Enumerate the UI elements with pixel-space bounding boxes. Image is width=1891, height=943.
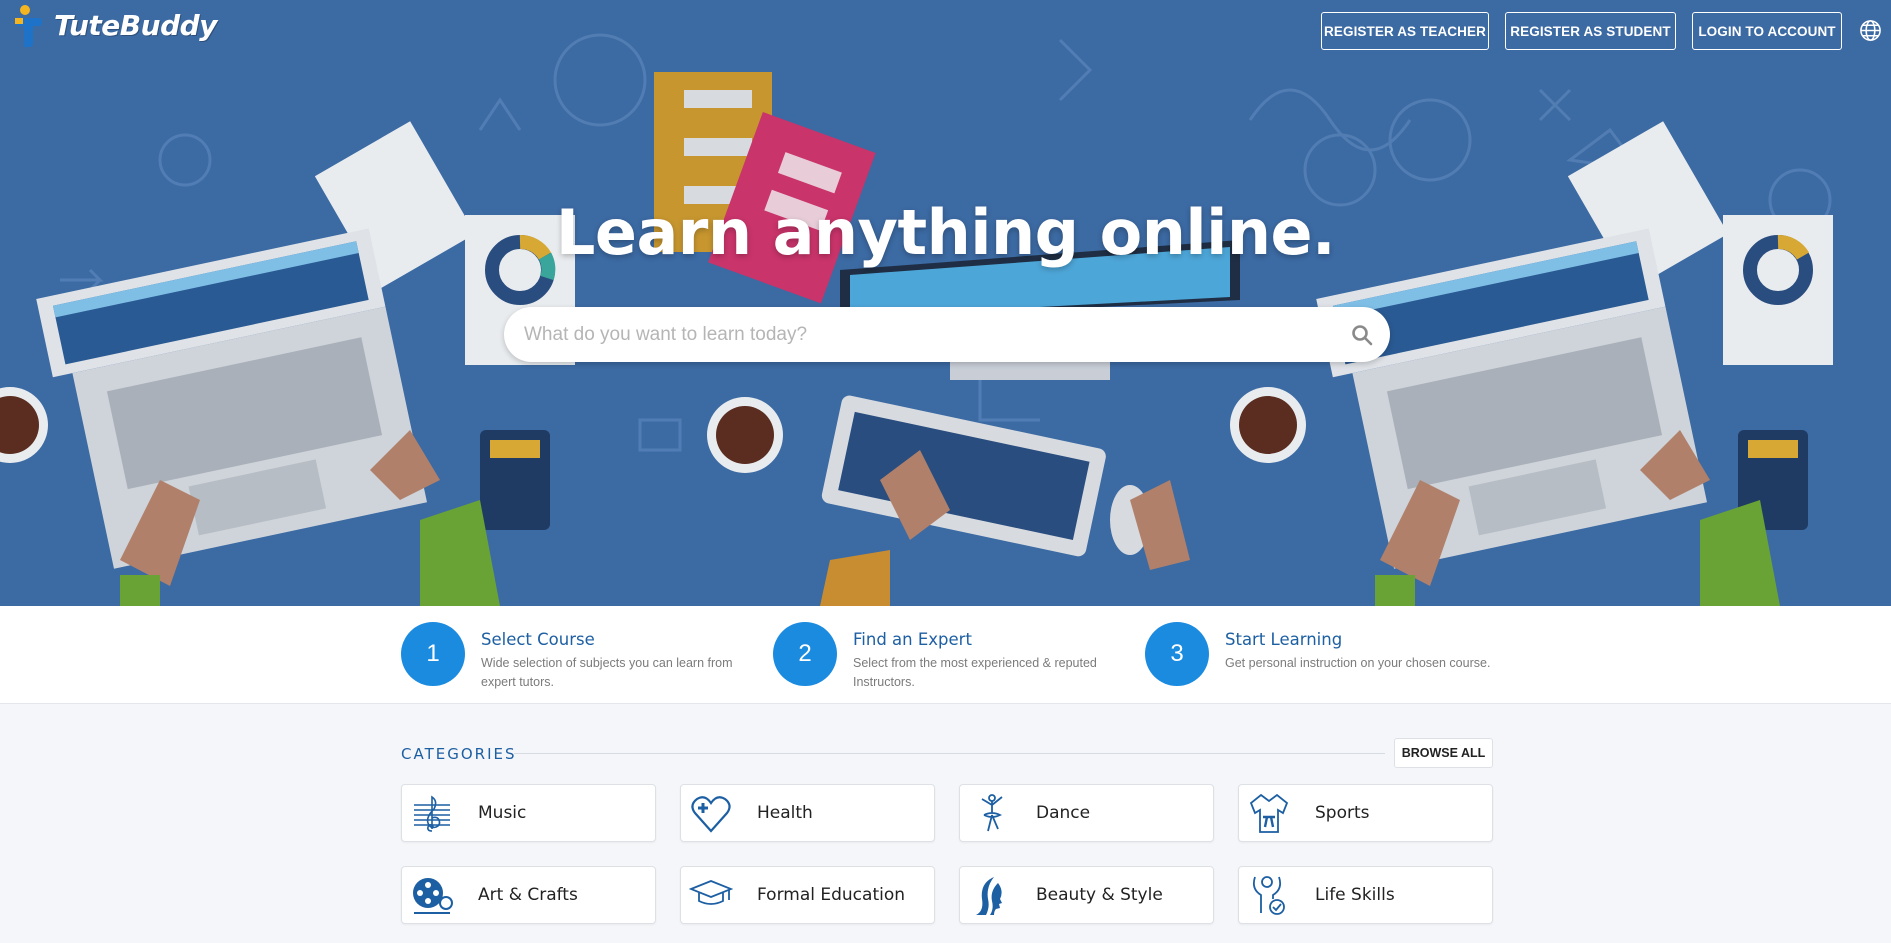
category-label: Formal Education xyxy=(757,885,906,905)
step-description: Select from the most experienced & reput… xyxy=(853,656,1097,689)
login-button[interactable]: LOGIN TO ACCOUNT xyxy=(1692,12,1842,50)
step-title[interactable]: Select Course xyxy=(481,630,751,649)
categories-title: CATEGORIES xyxy=(401,745,517,763)
category-label: Beauty & Style xyxy=(1036,885,1163,905)
person-check-icon xyxy=(1252,876,1285,915)
globe-icon[interactable] xyxy=(1859,19,1882,42)
step-number: 2 xyxy=(773,622,837,686)
category-label: Music xyxy=(478,803,527,823)
category-card-beauty-style[interactable]: Beauty & Style xyxy=(959,866,1214,924)
how-it-works: 1 Select Course Wide selection of subjec… xyxy=(0,606,1891,704)
brand-name: TuteBuddy xyxy=(54,8,217,42)
step-number: 1 xyxy=(401,622,465,686)
treble-clef-icon xyxy=(414,795,450,832)
search-input[interactable] xyxy=(524,307,1324,362)
divider xyxy=(514,753,1385,754)
step-start-learning: 3 Start Learning Get personal instructio… xyxy=(1145,622,1495,688)
martial-arts-uniform-icon xyxy=(1249,793,1289,833)
step-select-course: 1 Select Course Wide selection of subjec… xyxy=(401,622,751,689)
step-title[interactable]: Start Learning xyxy=(1225,630,1495,649)
category-label: Life Skills xyxy=(1315,885,1395,905)
category-label: Dance xyxy=(1036,803,1091,823)
heart-plus-icon xyxy=(691,796,731,833)
category-card-art-crafts[interactable]: Art & Crafts xyxy=(401,866,656,924)
register-student-button[interactable]: REGISTER AS STUDENT xyxy=(1505,12,1676,50)
dancer-icon xyxy=(981,794,1003,832)
register-teacher-button[interactable]: REGISTER AS TEACHER xyxy=(1321,12,1489,50)
category-label: Sports xyxy=(1315,803,1370,823)
categories-header: CATEGORIES BROWSE ALL xyxy=(401,737,1493,768)
category-card-formal-education[interactable]: Formal Education xyxy=(680,866,935,924)
category-card-health[interactable]: Health xyxy=(680,784,935,842)
category-card-dance[interactable]: Dance xyxy=(959,784,1214,842)
hero-banner: TuteBuddy REGISTER AS TEACHER REGISTER A… xyxy=(0,0,1891,606)
woman-profile-icon xyxy=(976,877,1002,915)
search-icon[interactable] xyxy=(1350,323,1374,347)
category-label: Health xyxy=(757,803,813,823)
browse-all-button[interactable]: BROWSE ALL xyxy=(1394,738,1493,768)
step-find-expert: 2 Find an Expert Select from the most ex… xyxy=(773,622,1123,689)
film-reel-icon xyxy=(413,878,453,914)
step-number: 3 xyxy=(1145,622,1209,686)
category-card-life-skills[interactable]: Life Skills xyxy=(1238,866,1493,924)
graduation-cap-icon xyxy=(689,880,733,905)
step-title[interactable]: Find an Expert xyxy=(853,630,1123,649)
category-label: Art & Crafts xyxy=(478,885,578,905)
brand-logo[interactable]: TuteBuddy xyxy=(12,3,217,47)
hero-headline: Learn anything online. xyxy=(555,196,1336,269)
hero-illustration xyxy=(0,33,1833,606)
logo-mark-icon xyxy=(15,5,42,47)
category-card-sports[interactable]: Sports xyxy=(1238,784,1493,842)
category-card-music[interactable]: Music xyxy=(401,784,656,842)
step-description: Wide selection of subjects you can learn… xyxy=(481,656,733,689)
search-bar xyxy=(504,307,1390,362)
step-description: Get personal instruction on your chosen … xyxy=(1225,656,1491,670)
